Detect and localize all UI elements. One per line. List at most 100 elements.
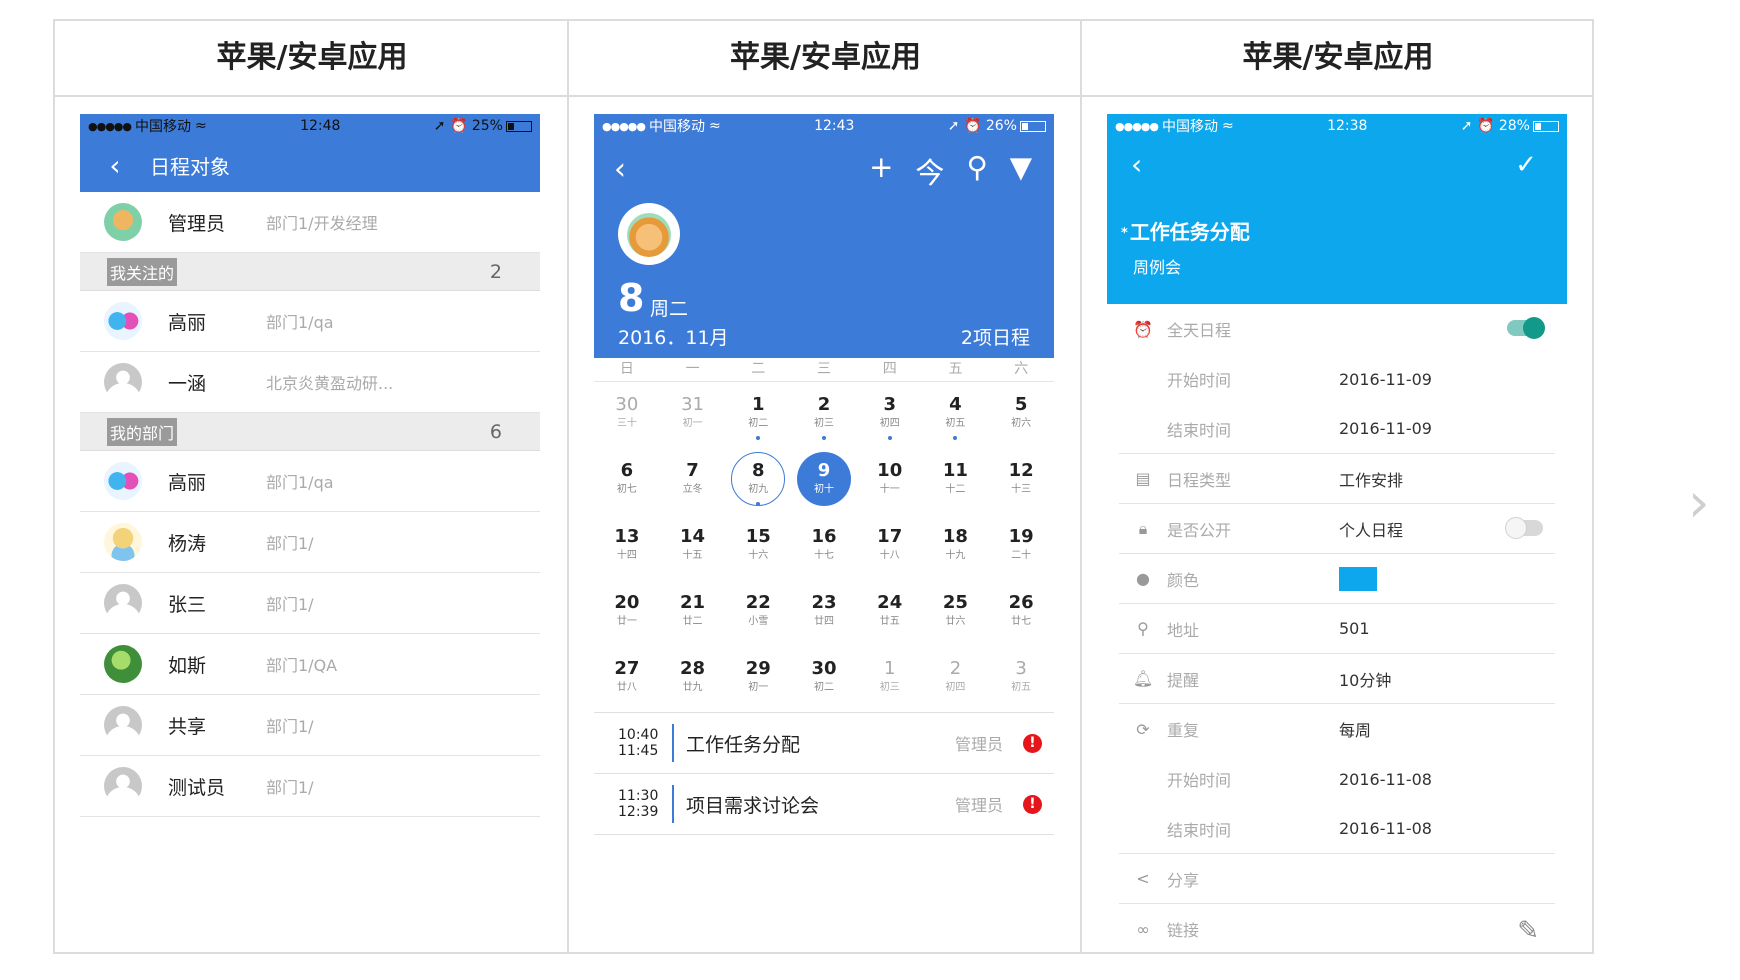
contact-row[interactable]: 如斯 部门1/QA — [80, 634, 540, 695]
row-color[interactable]: ● 颜色 — [1119, 554, 1555, 604]
calendar-day[interactable]: 25 廿六 — [923, 580, 989, 646]
contact-name: 管理员 — [168, 212, 226, 235]
calendar-day[interactable]: 22 小雪 — [725, 580, 791, 646]
calendar-day[interactable]: 2 初四 — [923, 646, 989, 712]
calendar-day[interactable]: 30 三十 — [594, 382, 660, 448]
event-end: 12:39 — [618, 804, 659, 820]
calendar-day[interactable]: 3 初五 — [988, 646, 1054, 712]
calendar-day[interactable]: 17 十八 — [857, 514, 923, 580]
calendar-day[interactable]: 27 廿八 — [594, 646, 660, 712]
event-title-field[interactable]: * 工作任务分配 — [1121, 216, 1250, 245]
calendar-day[interactable]: 3 初四 — [857, 382, 923, 448]
lunar-date: 立冬 — [682, 484, 703, 495]
day-number: 30 — [811, 658, 837, 679]
back-button[interactable]: ‹ — [80, 149, 150, 182]
event-dot — [756, 436, 761, 440]
day-number: 17 — [877, 526, 903, 547]
calendar-day[interactable]: 28 廿九 — [660, 646, 726, 712]
calendar-day[interactable]: 10 十一 — [857, 448, 923, 514]
contact-row[interactable]: 测试员 部门1/ — [80, 756, 540, 817]
row-type[interactable]: ▤ 日程类型 工作安排 — [1119, 454, 1555, 504]
row-repeat[interactable]: ⟳ 重复 每周 — [1119, 704, 1555, 754]
calendar-day[interactable]: 21 廿二 — [660, 580, 726, 646]
calendar-day[interactable]: 20 廿一 — [594, 580, 660, 646]
day-number: 18 — [942, 526, 968, 547]
row-repeat-end[interactable]: 结束时间 2016-11-08 — [1119, 804, 1555, 854]
today-button[interactable]: 今 — [915, 150, 944, 192]
edit-pencil-icon[interactable]: ✎ — [1517, 916, 1539, 944]
day-number: 24 — [877, 592, 903, 613]
contact-row[interactable]: 高丽 部门1/qa — [80, 291, 540, 352]
contact-row[interactable]: 一涵 北京炎黄盈动研... — [80, 352, 540, 413]
row-share[interactable]: < 分享 — [1119, 854, 1555, 904]
calendar-day[interactable]: 8 初九 — [725, 448, 791, 514]
event-bar — [672, 724, 674, 762]
calendar-day[interactable]: 4 初五 — [923, 382, 989, 448]
calendar-day[interactable]: 12 十三 — [988, 448, 1054, 514]
day-number: 26 — [1008, 592, 1034, 613]
row-repeat-start[interactable]: 开始时间 2016-11-08 — [1119, 754, 1555, 804]
contact-dept: 部门1/开发经理 — [266, 214, 378, 233]
allday-toggle[interactable] — [1507, 317, 1545, 339]
row-link[interactable]: ∞ 链接 ✎ — [1119, 904, 1555, 944]
calendar-day[interactable]: 19 二十 — [988, 514, 1054, 580]
row-start-time[interactable]: 开始时间 2016-11-09 — [1119, 354, 1555, 404]
contact-name: 一涵 — [168, 372, 207, 395]
calendar-day[interactable]: 18 十九 — [923, 514, 989, 580]
public-toggle[interactable] — [1505, 517, 1543, 539]
filter-icon[interactable]: ▼ — [1010, 150, 1032, 192]
event-subtitle-field[interactable]: 周例会 — [1133, 254, 1181, 278]
calendar-day[interactable]: 31 初一 — [660, 382, 726, 448]
location-icon: ➚ — [433, 118, 446, 134]
row-end-time[interactable]: 结束时间 2016-11-09 — [1119, 404, 1555, 454]
clock: 12:43 — [814, 118, 855, 134]
day-number: 11 — [942, 460, 968, 481]
row-allday[interactable]: ⏰ 全天日程 — [1119, 304, 1555, 354]
calendar-day[interactable]: 29 初一 — [725, 646, 791, 712]
contact-row[interactable]: 共享 部门1/ — [80, 695, 540, 756]
calendar-day[interactable]: 16 十七 — [791, 514, 857, 580]
calendar-day[interactable]: 7 立冬 — [660, 448, 726, 514]
avatar[interactable] — [618, 203, 680, 265]
contact-name: 杨涛 — [168, 532, 207, 555]
calendar-day[interactable]: 26 廿七 — [988, 580, 1054, 646]
calendar-day[interactable]: 11 十二 — [923, 448, 989, 514]
calendar-day[interactable]: 23 廿四 — [791, 580, 857, 646]
calendar-day[interactable]: 5 初六 — [988, 382, 1054, 448]
next-slide-icon[interactable]: › — [1688, 476, 1710, 530]
event-item[interactable]: 11:30 12:39 项目需求讨论会 管理员 ! — [594, 774, 1054, 835]
calendar-day[interactable]: 1 初二 — [725, 382, 791, 448]
contact-row[interactable]: 高丽 部门1/qa — [80, 451, 540, 512]
calendar-day[interactable]: 1 初三 — [857, 646, 923, 712]
calendar-day[interactable]: 24 廿五 — [857, 580, 923, 646]
calendar-day[interactable]: 9 初十 — [791, 448, 857, 514]
event-item[interactable]: 10:40 11:45 工作任务分配 管理员 ! — [594, 713, 1054, 774]
contact-row[interactable]: 杨涛 部门1/ — [80, 512, 540, 573]
row-address[interactable]: ⚲ 地址 501 — [1119, 604, 1555, 654]
event-start: 10:40 — [618, 727, 659, 743]
calendar-day[interactable]: 14 十五 — [660, 514, 726, 580]
contact-row-admin[interactable]: 管理员 部门1/开发经理 — [80, 192, 540, 253]
calendar-day[interactable]: 30 初二 — [791, 646, 857, 712]
selected-weekday: 周二 — [650, 298, 689, 320]
add-icon[interactable]: + — [869, 150, 893, 192]
search-icon[interactable]: ⚲ — [966, 150, 987, 192]
contact-row[interactable]: 张三 部门1/ — [80, 573, 540, 634]
calendar-day[interactable]: 2 初三 — [791, 382, 857, 448]
back-button[interactable]: ‹ — [614, 152, 626, 187]
lunar-date: 十五 — [682, 550, 703, 561]
calendar-day[interactable]: 15 十六 — [725, 514, 791, 580]
field-label: 地址 — [1167, 620, 1200, 640]
row-remind[interactable]: 🔔︎ 提醒 10分钟 — [1119, 654, 1555, 704]
lunar-date: 初四 — [945, 682, 966, 693]
confirm-check-icon[interactable]: ✓ — [1515, 150, 1537, 180]
color-swatch[interactable] — [1339, 566, 1377, 591]
lunar-date: 十二 — [945, 484, 966, 495]
row-public[interactable]: 🔒︎ 是否公开 个人日程 — [1119, 504, 1555, 554]
calendar-day[interactable]: 6 初七 — [594, 448, 660, 514]
back-button[interactable]: ‹ — [1131, 148, 1142, 181]
lunar-date: 三十 — [616, 418, 637, 429]
calendar-day[interactable]: 13 十四 — [594, 514, 660, 580]
contact-name: 如斯 — [168, 654, 207, 677]
contact-name: 高丽 — [168, 471, 207, 494]
